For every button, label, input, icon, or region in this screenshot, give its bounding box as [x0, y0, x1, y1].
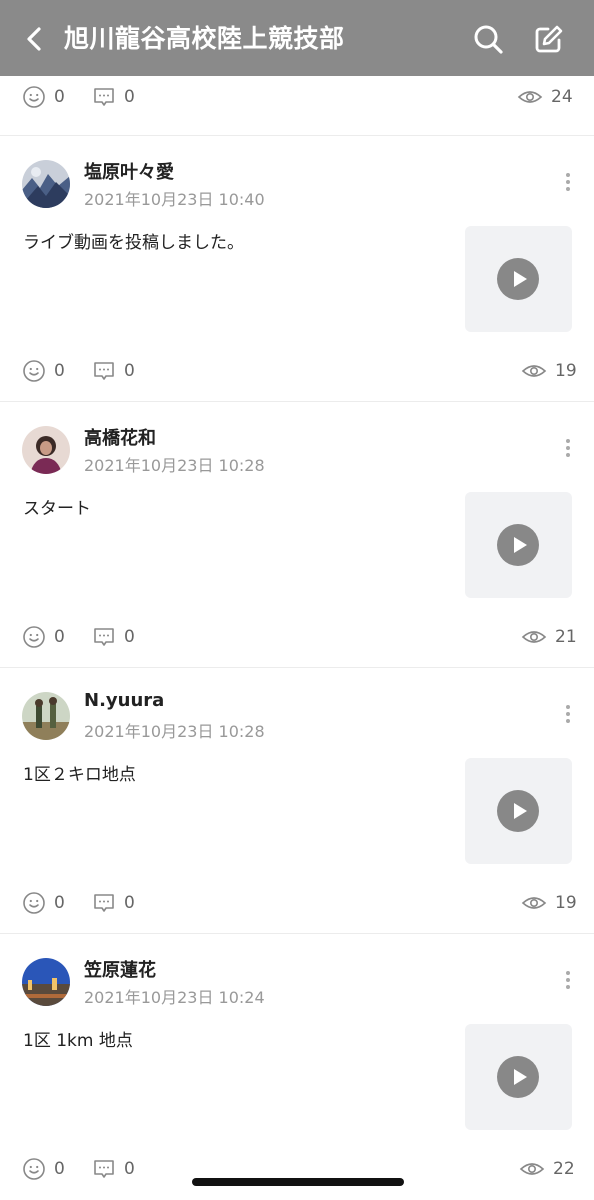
reaction-count: 0 [54, 361, 65, 381]
compose-icon [535, 25, 563, 53]
more-options-button[interactable] [556, 702, 580, 730]
reaction-count: 0 [54, 627, 65, 647]
comment-count: 0 [124, 361, 135, 381]
previous-post-stats: 0 0 24 [0, 76, 594, 134]
eye-icon [521, 897, 547, 909]
smile-icon [23, 626, 45, 648]
author-name[interactable]: 笠原蓮花 [84, 956, 156, 982]
comment-button[interactable]: 0 [92, 359, 135, 383]
post-text: ライブ動画を投稿しました。 [23, 233, 244, 253]
play-icon [497, 790, 539, 832]
view-count: 21 [555, 627, 577, 647]
eye-icon [521, 631, 547, 643]
comment-count: 0 [124, 627, 135, 647]
video-thumbnail[interactable] [465, 492, 572, 598]
eye-icon [521, 365, 547, 377]
post-date: 2021年10月23日 10:28 [84, 722, 265, 741]
author-name[interactable]: 高橋花和 [84, 424, 156, 450]
comment-icon [94, 1160, 114, 1178]
comment-button[interactable]: 0 [92, 85, 135, 109]
page-title: 旭川龍谷高校陸上競技部 [64, 24, 345, 53]
view-count-group: 19 [521, 891, 577, 915]
post-card[interactable]: 高橋花和 2021年10月23日 10:28 スタート 0 0 21 [0, 401, 594, 667]
play-icon [497, 1056, 539, 1098]
view-count-group: 24 [517, 85, 573, 109]
comment-button[interactable]: 0 [92, 1157, 135, 1181]
reaction-button[interactable]: 0 [22, 1157, 65, 1181]
avatar[interactable] [22, 692, 70, 740]
avatar[interactable] [22, 958, 70, 1006]
author-name[interactable]: N.yuura [84, 690, 164, 711]
smile-icon [23, 892, 45, 914]
smile-icon [23, 360, 45, 382]
avatar[interactable] [22, 160, 70, 208]
post-stats: 0 0 19 [0, 888, 594, 918]
comment-button[interactable]: 0 [92, 625, 135, 649]
video-thumbnail[interactable] [465, 1024, 572, 1130]
header-bar: 旭川龍谷高校陸上競技部 [0, 0, 594, 76]
view-count-group: 19 [521, 359, 577, 383]
home-indicator[interactable] [192, 1178, 404, 1186]
post-card[interactable]: 笠原蓮花 2021年10月23日 10:24 1区 1km 地点 0 0 22 [0, 933, 594, 1199]
view-count: 19 [555, 361, 577, 381]
post-text: スタート [23, 499, 91, 519]
compose-button[interactable] [532, 22, 566, 56]
comment-icon [94, 894, 114, 912]
video-thumbnail[interactable] [465, 226, 572, 332]
reaction-button[interactable]: 0 [22, 359, 65, 383]
smile-icon [23, 86, 45, 108]
post-text: 1区 1km 地点 [23, 1031, 133, 1051]
post-date: 2021年10月23日 10:40 [84, 190, 265, 209]
play-icon [497, 524, 539, 566]
view-count: 19 [555, 893, 577, 913]
view-count: 22 [553, 1159, 575, 1179]
comment-icon [94, 628, 114, 646]
comment-button[interactable]: 0 [92, 891, 135, 915]
eye-icon [517, 91, 543, 103]
search-button[interactable] [471, 22, 505, 56]
reaction-count: 0 [54, 893, 65, 913]
eye-icon [519, 1163, 545, 1175]
avatar[interactable] [22, 426, 70, 474]
back-button[interactable] [18, 22, 52, 56]
comment-count: 0 [124, 87, 135, 107]
post-date: 2021年10月23日 10:28 [84, 456, 265, 475]
more-options-button[interactable] [556, 968, 580, 996]
video-thumbnail[interactable] [465, 758, 572, 864]
post-card[interactable]: N.yuura 2021年10月23日 10:28 1区２キロ地点 0 0 19 [0, 667, 594, 933]
play-icon [497, 258, 539, 300]
post-stats: 0 0 19 [0, 356, 594, 386]
post-card[interactable]: 塩原叶々愛 2021年10月23日 10:40 ライブ動画を投稿しました。 0 … [0, 135, 594, 401]
comment-count: 0 [124, 893, 135, 913]
more-options-button[interactable] [556, 436, 580, 464]
smile-icon [23, 1158, 45, 1180]
search-icon [474, 25, 503, 54]
post-text: 1区２キロ地点 [23, 765, 136, 785]
comment-icon [94, 88, 114, 106]
view-count: 24 [551, 87, 573, 107]
view-count-group: 21 [521, 625, 577, 649]
more-options-button[interactable] [556, 170, 580, 198]
chevron-left-icon [27, 27, 41, 51]
comment-count: 0 [124, 1159, 135, 1179]
reaction-count: 0 [54, 1159, 65, 1179]
author-name[interactable]: 塩原叶々愛 [84, 158, 174, 184]
comment-icon [94, 362, 114, 380]
reaction-button[interactable]: 0 [22, 85, 65, 109]
reaction-count: 0 [54, 87, 65, 107]
view-count-group: 22 [519, 1157, 575, 1181]
reaction-button[interactable]: 0 [22, 891, 65, 915]
reaction-button[interactable]: 0 [22, 625, 65, 649]
post-date: 2021年10月23日 10:24 [84, 988, 265, 1007]
post-stats: 0 0 21 [0, 622, 594, 652]
